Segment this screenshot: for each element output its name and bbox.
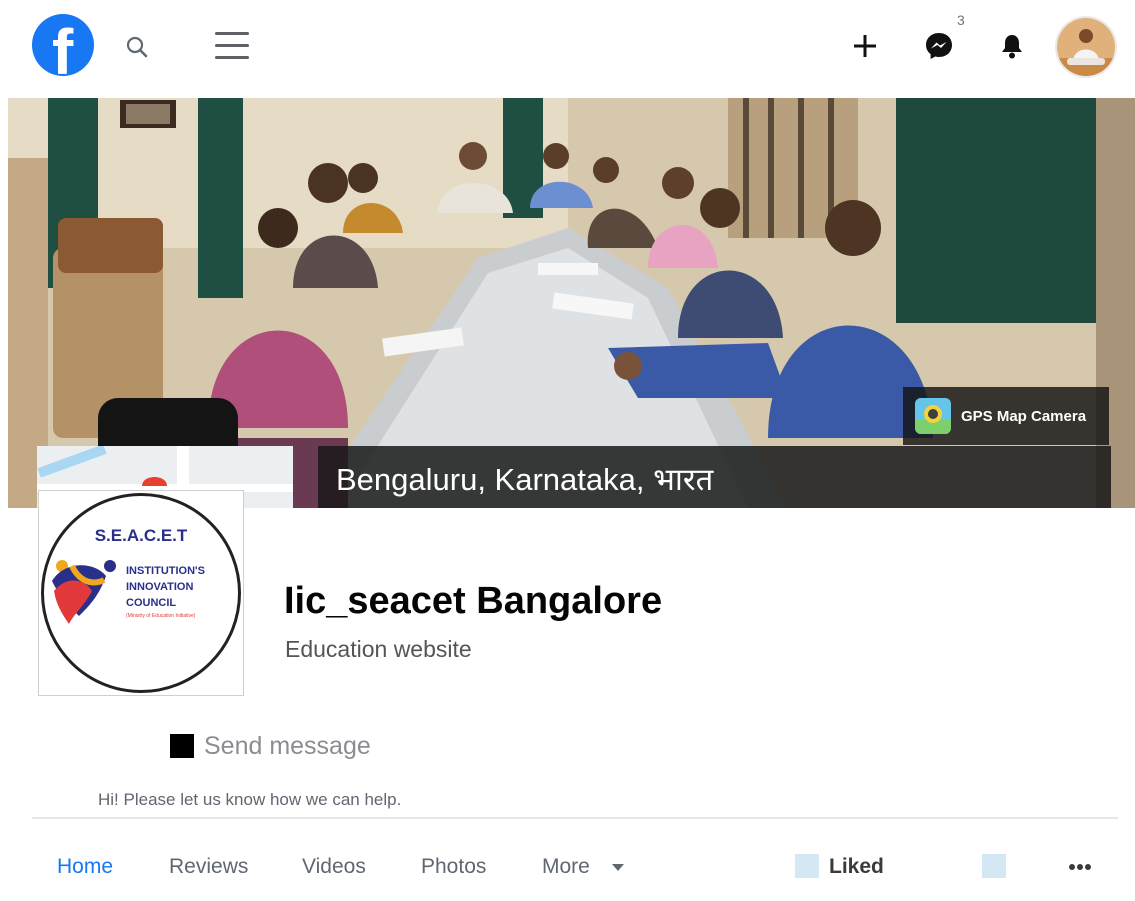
page-category[interactable]: Education website — [285, 635, 472, 663]
tab-home[interactable]: Home — [57, 853, 113, 881]
messenger-badge-count: 3 — [957, 12, 965, 28]
liked-button[interactable]: Liked — [829, 853, 884, 881]
tab-more[interactable]: More — [542, 853, 590, 881]
logo-acronym: S.E.A.C.E.T — [95, 526, 188, 545]
liked-icon[interactable] — [795, 854, 819, 878]
tab-videos[interactable]: Videos — [302, 853, 366, 881]
logo-line1: INSTITUTION'S — [126, 565, 205, 577]
action-icon[interactable] — [982, 854, 1006, 878]
logo-subline: (Ministry of Education Initiative) — [126, 613, 196, 619]
search-icon[interactable] — [124, 34, 150, 60]
send-message-icon[interactable] — [170, 734, 194, 758]
profile-logo: S.E.A.C.E.T INSTITUTION'S INNOVATION COU… — [41, 493, 241, 693]
gps-label: GPS Map Camera — [961, 408, 1087, 425]
messenger-icon[interactable] — [924, 31, 954, 61]
gps-camera-badge: GPS Map Camera — [903, 387, 1109, 445]
logo-line3: COUNCIL — [126, 597, 176, 609]
caret-down-icon[interactable] — [612, 864, 624, 871]
facebook-logo-icon[interactable]: f — [32, 14, 94, 76]
user-avatar[interactable] — [1055, 16, 1117, 78]
plus-icon[interactable] — [851, 32, 879, 60]
gps-map-icon — [915, 398, 951, 434]
bell-icon[interactable] — [997, 31, 1027, 61]
profile-picture[interactable]: S.E.A.C.E.T INSTITUTION'S INNOVATION COU… — [38, 490, 244, 696]
logo-letter: f — [52, 16, 74, 76]
logo-line2: INNOVATION — [126, 581, 193, 593]
page-title: Iic_seacet Bangalore — [284, 580, 663, 622]
divider — [32, 817, 1118, 819]
top-navigation-bar: f 3 — [0, 0, 1135, 96]
tab-photos[interactable]: Photos — [421, 853, 486, 881]
help-text: Hi! Please let us know how we can help. — [98, 790, 402, 809]
menu-icon[interactable] — [214, 28, 250, 64]
location-text: Bengaluru, Karnataka, भारत — [336, 462, 714, 497]
more-dots-icon[interactable] — [1067, 860, 1093, 874]
tab-reviews[interactable]: Reviews — [169, 853, 248, 881]
send-message-button[interactable]: Send message — [204, 731, 371, 761]
location-overlay: Bengaluru, Karnataka, भारत — [318, 446, 1111, 508]
